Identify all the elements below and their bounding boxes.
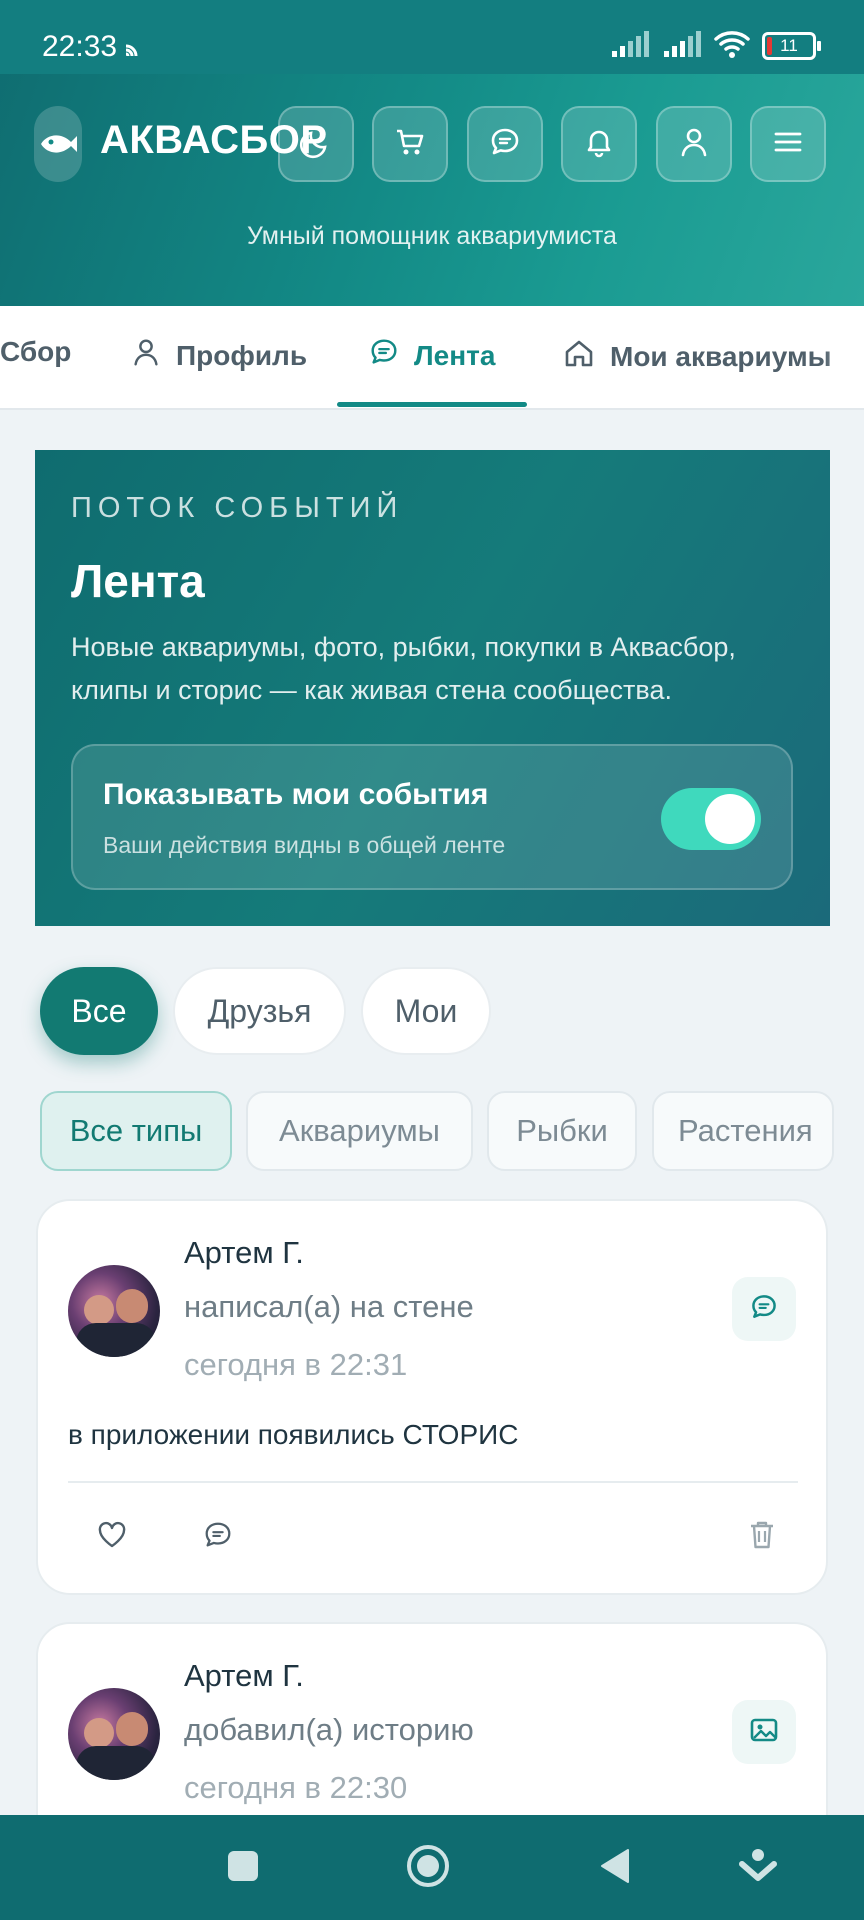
tab-my-aquariums[interactable]: Мои аквариумы bbox=[562, 336, 832, 377]
type-filter-fish[interactable]: Рыбки bbox=[487, 1091, 637, 1171]
filter-friends[interactable]: Друзья bbox=[173, 967, 346, 1055]
filter-all[interactable]: Все bbox=[40, 967, 158, 1055]
setting-title: Показывать мои события bbox=[103, 778, 489, 811]
hero-description: Новые аквариумы, фото, рыбки, покупки в … bbox=[71, 632, 736, 705]
comment-button[interactable] bbox=[198, 1517, 238, 1557]
avatar[interactable] bbox=[68, 1688, 160, 1780]
tab-label: Лента bbox=[414, 339, 496, 371]
feed-hero-card: ПОТОК СОБЫТИЙ Лента Новые аквариумы, фот… bbox=[35, 450, 830, 926]
show-my-events-setting: Показывать мои события Ваши действия вид… bbox=[71, 744, 793, 890]
section-tabs: Сбор Профиль Лента Мои аквариумы bbox=[0, 306, 864, 410]
post-type-badge bbox=[732, 1700, 796, 1764]
cart-icon bbox=[393, 125, 427, 163]
battery-icon: 11 bbox=[762, 32, 821, 60]
post-text: в приложении появились СТОРИС bbox=[68, 1419, 519, 1450]
type-filter-all[interactable]: Все типы bbox=[40, 1091, 232, 1171]
feed-post: Артем Г. написал(а) на стене сегодня в 2… bbox=[36, 1199, 828, 1595]
post-author[interactable]: Артем Г. bbox=[184, 1235, 304, 1271]
signal-icon bbox=[610, 31, 650, 61]
back-button[interactable] bbox=[592, 1845, 638, 1891]
recents-button[interactable] bbox=[220, 1845, 266, 1891]
tab-label: Мои аквариумы bbox=[610, 340, 832, 372]
messages-button[interactable] bbox=[467, 106, 543, 182]
image-icon bbox=[749, 1716, 779, 1748]
post-action: добавил(а) историю bbox=[184, 1712, 474, 1747]
user-icon bbox=[677, 125, 711, 163]
wifi-icon bbox=[714, 30, 750, 62]
profile-button[interactable] bbox=[656, 106, 732, 182]
show-my-events-toggle[interactable] bbox=[661, 788, 761, 850]
cart-button[interactable] bbox=[372, 106, 448, 182]
tab-profile[interactable]: Профиль bbox=[130, 336, 307, 375]
header-subtitle: Умный помощник аквариумиста bbox=[247, 222, 617, 250]
back-triangle-icon bbox=[598, 1847, 632, 1889]
tabs-fade bbox=[824, 306, 864, 406]
menu-button[interactable] bbox=[750, 106, 826, 182]
chat-icon bbox=[202, 1519, 234, 1555]
signal-icon bbox=[662, 31, 702, 61]
filter-mine[interactable]: Мои bbox=[361, 967, 491, 1055]
home-button[interactable] bbox=[405, 1845, 451, 1891]
chevron-down-icon bbox=[738, 1846, 778, 1890]
post-author[interactable]: Артем Г. bbox=[184, 1658, 304, 1694]
tab-label: Сбор bbox=[0, 336, 72, 367]
fish-logo-icon[interactable] bbox=[34, 106, 82, 182]
status-time: 22:33 bbox=[42, 30, 118, 63]
square-icon bbox=[226, 1849, 260, 1887]
bell-icon bbox=[582, 125, 616, 163]
moon-icon bbox=[299, 125, 333, 163]
avatar[interactable] bbox=[68, 1265, 160, 1357]
chat-icon bbox=[488, 125, 522, 163]
tab-feed[interactable]: Лента bbox=[368, 336, 495, 375]
hero-eyebrow: ПОТОК СОБЫТИЙ bbox=[71, 492, 404, 524]
trash-icon bbox=[748, 1519, 776, 1555]
status-bar: 22:33 11 bbox=[0, 0, 864, 74]
tab-label: Профиль bbox=[176, 339, 308, 371]
heart-icon bbox=[97, 1521, 127, 1553]
active-tab-indicator bbox=[337, 402, 527, 407]
post-action: написал(а) на стене bbox=[184, 1289, 474, 1324]
system-nav-bar bbox=[0, 1815, 864, 1920]
circle-icon bbox=[405, 1843, 451, 1893]
delete-button[interactable] bbox=[742, 1517, 782, 1557]
notifications-button[interactable] bbox=[561, 106, 637, 182]
tab-collect[interactable]: Сбор bbox=[0, 336, 71, 368]
post-time: сегодня в 22:30 bbox=[184, 1770, 408, 1805]
page-title: Лента bbox=[71, 555, 205, 607]
menu-icon bbox=[771, 125, 805, 163]
theme-toggle-button[interactable] bbox=[278, 106, 354, 182]
chat-icon bbox=[368, 336, 400, 375]
toggle-knob bbox=[705, 794, 755, 844]
setting-subtitle: Ваши действия видны в общей ленте bbox=[103, 832, 506, 858]
chat-icon bbox=[749, 1292, 779, 1326]
user-icon bbox=[130, 336, 162, 375]
type-filter-plants[interactable]: Растения bbox=[652, 1091, 834, 1171]
app-header: 22:33 11 АКВАСБОР Умный помощник аквариу… bbox=[0, 0, 864, 306]
like-button[interactable] bbox=[92, 1517, 132, 1557]
divider bbox=[68, 1481, 798, 1483]
assist-button[interactable] bbox=[735, 1845, 781, 1891]
home-icon bbox=[562, 336, 596, 377]
post-type-badge bbox=[732, 1277, 796, 1341]
cast-icon bbox=[124, 38, 144, 62]
post-time: сегодня в 22:31 bbox=[184, 1347, 408, 1382]
type-filter-aquariums[interactable]: Аквариумы bbox=[246, 1091, 473, 1171]
